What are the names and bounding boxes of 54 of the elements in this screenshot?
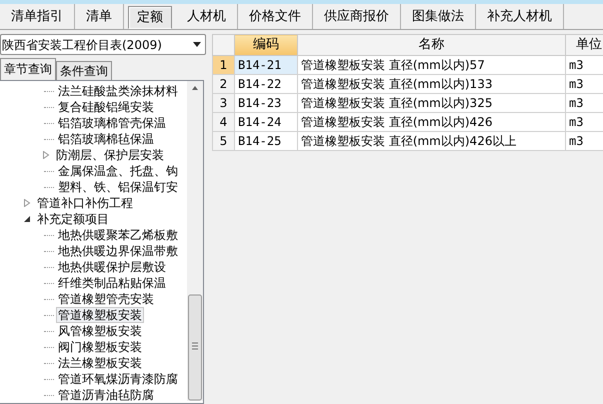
tab[interactable]: 定额 (128, 6, 172, 29)
tree-item[interactable]: 地热供暖聚苯乙烯板敷 (56, 227, 180, 243)
tab[interactable]: 补充人材机 (476, 4, 564, 29)
column-header[interactable]: 名称 (298, 34, 566, 56)
caret-icon (193, 42, 201, 47)
collapse-triangle-icon[interactable] (23, 215, 31, 223)
column-header[interactable]: 单位 (566, 34, 603, 56)
table-cell: B14-23 (234, 94, 298, 112)
table-cell: B14-22 (234, 74, 298, 94)
table-cell: B14-24 (234, 112, 298, 132)
tab[interactable]: 人材机 (176, 4, 238, 29)
tree-item[interactable]: 管道环氧煤沥青漆防腐 (56, 371, 180, 387)
tree-item[interactable]: 管道橡塑板安装 (56, 307, 144, 323)
tree-item[interactable]: 金属保温盒、托盘、钩 (56, 163, 180, 179)
tab[interactable]: 清单 (75, 4, 124, 29)
tab[interactable]: 清单指引 (0, 4, 75, 29)
row-number[interactable]: 2 (212, 74, 234, 94)
tree-item[interactable]: 管道沥青油毡防腐 (56, 387, 156, 403)
tab[interactable]: 供应商报价 (313, 4, 401, 29)
column-header[interactable]: 编码 (234, 34, 298, 56)
tree-item[interactable]: 塑料、铁、铝保温钉安 (56, 179, 180, 195)
tab[interactable]: 价格文件 (238, 4, 313, 29)
scrollbar[interactable] (187, 81, 203, 401)
expand-triangle-icon[interactable] (23, 199, 31, 207)
tree-item[interactable]: 风管橡塑板安装 (56, 323, 144, 339)
tree-item[interactable]: 管道橡塑管壳安装 (56, 291, 156, 307)
tree-item[interactable]: 法兰硅酸盐类涂抹材料 (56, 83, 180, 99)
row-number[interactable]: 1 (212, 56, 234, 74)
table-cell: 管道橡塑板安装 直径(mm以内)426 (298, 112, 566, 132)
tree-item[interactable]: 地热供暖保护层敷设 (56, 259, 168, 275)
tree-item[interactable]: 阀门橡塑板安装 (56, 339, 144, 355)
tree-item[interactable]: 铝箔玻璃棉毡保温 (56, 131, 156, 147)
tree-item[interactable]: 防潮层、保护层安装 (54, 147, 166, 163)
table-cell: B14-21 (234, 56, 298, 74)
row-number[interactable]: 5 (212, 132, 234, 150)
tree-item[interactable]: 地热供暖边界保温带敷 (56, 243, 180, 259)
tree-item[interactable]: 复合硅酸铝绳安装 (56, 99, 156, 115)
table-cell: 管道橡塑板安装 直径(mm以内)325 (298, 94, 566, 112)
library-dropdown[interactable]: 陕西省安装工程价目表(2009) (0, 34, 206, 55)
tab[interactable]: 图集做法 (401, 4, 476, 29)
table-cell: B14-25 (234, 132, 298, 150)
tree-item[interactable]: 铝箔玻璃棉管壳保温 (56, 115, 168, 131)
tab[interactable]: 条件查询 (56, 61, 112, 80)
table-cell: 管道橡塑板安装 直径(mm以内)133 (298, 74, 566, 94)
tab[interactable]: 章节查询 (0, 58, 56, 80)
row-number[interactable]: 4 (212, 112, 234, 132)
expand-triangle-icon[interactable] (42, 151, 50, 159)
tree-item[interactable]: 纤维类制品粘贴保温 (56, 275, 168, 291)
tree-item[interactable]: 补充定额项目 (35, 211, 111, 227)
row-number[interactable]: 3 (212, 94, 234, 112)
table-cell: 管道橡塑板安装 直径(mm以内)57 (298, 56, 566, 74)
tree-item[interactable]: 法兰橡塑板安装 (56, 355, 144, 371)
table-cell: 管道橡塑板安装 直径(mm以内)426以上 (298, 132, 566, 150)
tree-item[interactable]: 管道补口补伤工程 (35, 195, 135, 211)
